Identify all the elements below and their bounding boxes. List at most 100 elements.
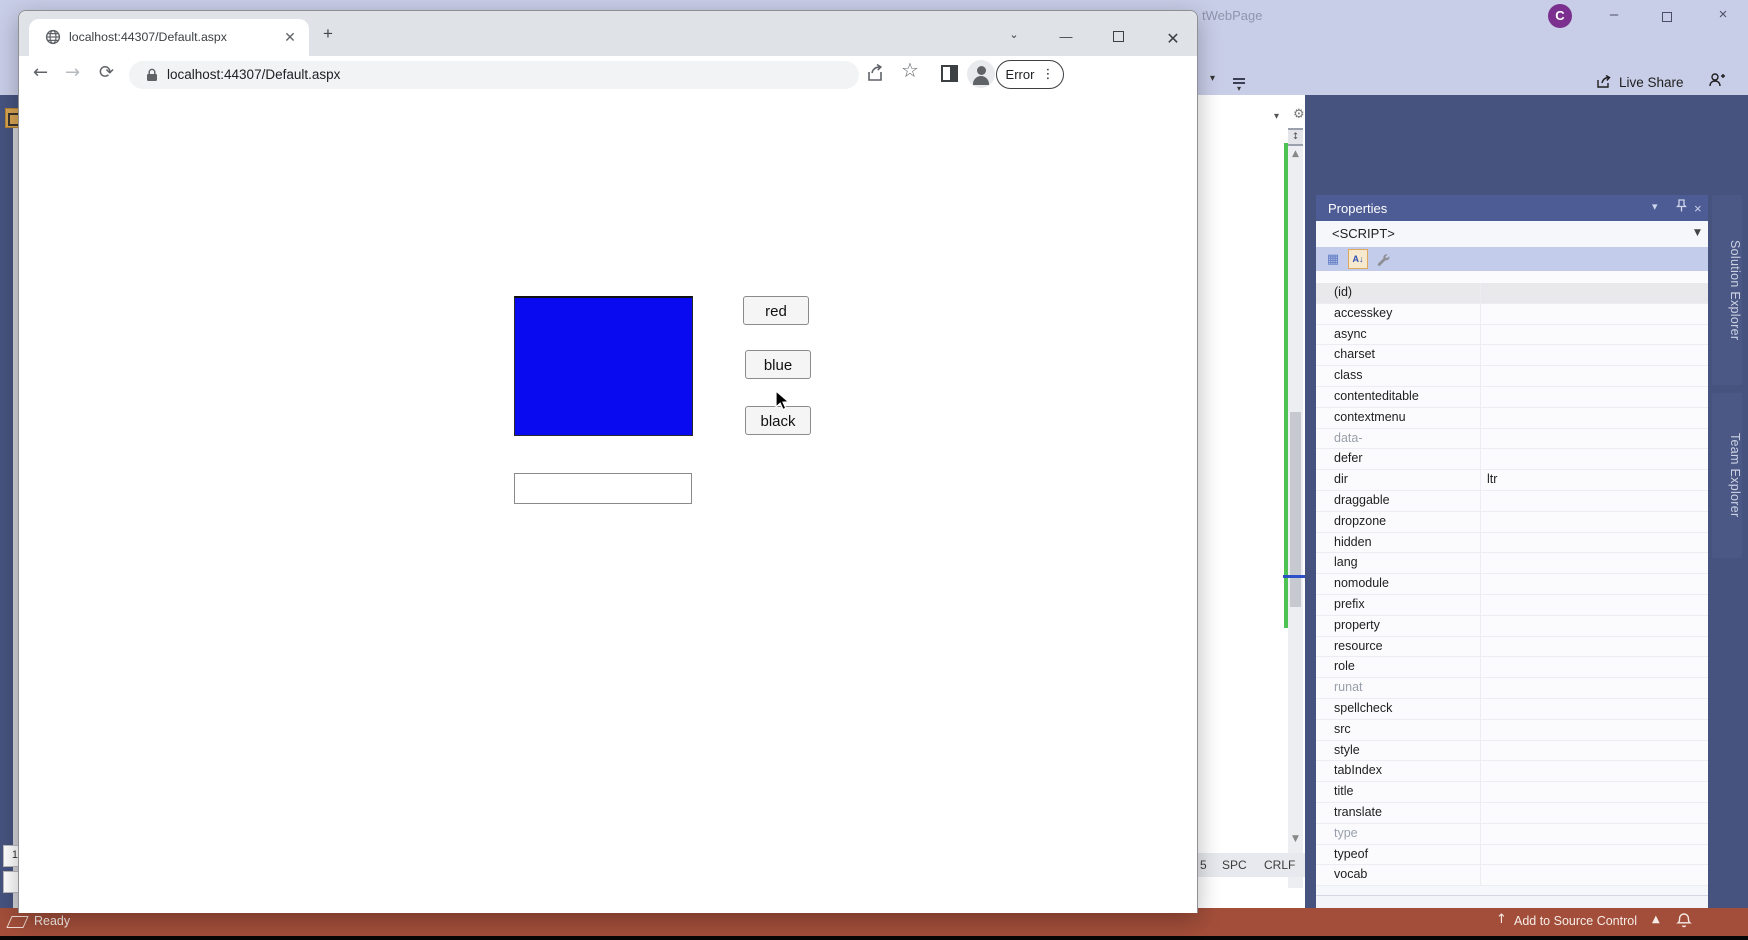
vs-toolbar-overflow-icon[interactable]: ▾ bbox=[1232, 76, 1246, 93]
vs-feedback-icon[interactable] bbox=[1708, 72, 1726, 93]
property-value[interactable] bbox=[1480, 720, 1708, 740]
property-row[interactable]: style bbox=[1316, 741, 1708, 762]
property-row[interactable]: resource bbox=[1316, 637, 1708, 658]
pin-icon[interactable] bbox=[1676, 199, 1687, 216]
property-row[interactable]: contenteditable bbox=[1316, 387, 1708, 408]
property-row[interactable]: vocab bbox=[1316, 865, 1708, 886]
vs-live-share-button[interactable]: Live Share bbox=[1596, 72, 1684, 92]
property-row[interactable]: prefix bbox=[1316, 595, 1708, 616]
property-row[interactable]: spellcheck bbox=[1316, 699, 1708, 720]
editor-splitter-handle[interactable]: ↕ bbox=[1288, 128, 1303, 146]
chevron-up-icon[interactable]: ▲ bbox=[1652, 915, 1660, 925]
property-value[interactable] bbox=[1480, 616, 1708, 636]
property-value[interactable] bbox=[1480, 325, 1708, 345]
address-bar[interactable]: localhost:44307/Default.aspx bbox=[129, 61, 859, 89]
property-value[interactable] bbox=[1480, 824, 1708, 844]
property-row[interactable]: runat bbox=[1316, 678, 1708, 699]
property-value[interactable] bbox=[1480, 845, 1708, 865]
property-value[interactable] bbox=[1480, 741, 1708, 761]
browser-tab[interactable]: localhost:44307/Default.aspx ✕ bbox=[29, 19, 309, 56]
scroll-up-icon[interactable]: ▲ bbox=[1288, 150, 1303, 159]
browser-menu-button[interactable]: Error ⋮ bbox=[996, 60, 1064, 89]
share-icon[interactable] bbox=[865, 63, 885, 88]
property-value[interactable]: ltr bbox=[1480, 470, 1708, 490]
reload-icon[interactable]: ⟳ bbox=[99, 64, 114, 82]
side-panel-icon[interactable] bbox=[941, 65, 958, 82]
property-value[interactable] bbox=[1480, 657, 1708, 677]
vs-account-avatar[interactable]: C bbox=[1548, 4, 1572, 28]
property-pages-icon[interactable] bbox=[1374, 250, 1392, 268]
bell-icon[interactable] bbox=[1676, 912, 1692, 932]
profile-avatar[interactable] bbox=[967, 60, 995, 88]
property-row[interactable]: role bbox=[1316, 657, 1708, 678]
property-row[interactable]: translate bbox=[1316, 803, 1708, 824]
property-value[interactable] bbox=[1480, 699, 1708, 719]
red-button[interactable]: red bbox=[743, 296, 809, 325]
property-value[interactable] bbox=[1480, 366, 1708, 386]
property-row[interactable]: tabIndex bbox=[1316, 761, 1708, 782]
property-value[interactable] bbox=[1480, 449, 1708, 469]
editor-dropdown-icon[interactable]: ▾ bbox=[1274, 112, 1279, 122]
tab-close-icon[interactable]: ✕ bbox=[281, 28, 299, 46]
property-value[interactable] bbox=[1480, 553, 1708, 573]
back-icon[interactable]: ← bbox=[33, 64, 48, 82]
property-value[interactable] bbox=[1480, 491, 1708, 511]
property-row[interactable]: type bbox=[1316, 824, 1708, 845]
properties-object-combobox[interactable]: <SCRIPT> ▼ bbox=[1316, 221, 1708, 247]
vertical-tab-solution-explorer[interactable]: Solution Explorer bbox=[1712, 195, 1742, 385]
property-row[interactable]: lang bbox=[1316, 553, 1708, 574]
blue-button[interactable]: blue bbox=[745, 350, 811, 379]
property-value[interactable] bbox=[1480, 387, 1708, 407]
bookmark-star-icon[interactable]: ☆ bbox=[901, 60, 919, 80]
property-value[interactable] bbox=[1480, 865, 1708, 885]
property-row[interactable]: hidden bbox=[1316, 533, 1708, 554]
vs-close-button[interactable]: × bbox=[1711, 6, 1735, 23]
property-value[interactable] bbox=[1480, 345, 1708, 365]
property-row[interactable]: data- bbox=[1316, 429, 1708, 450]
browser-minimize-button[interactable]: — bbox=[1055, 29, 1077, 44]
property-row[interactable]: async bbox=[1316, 325, 1708, 346]
browser-close-button[interactable]: ✕ bbox=[1162, 29, 1184, 49]
vertical-tab-team-explorer[interactable]: Team Explorer bbox=[1712, 393, 1742, 558]
property-row[interactable]: accesskey bbox=[1316, 304, 1708, 325]
property-row[interactable]: typeof bbox=[1316, 845, 1708, 866]
property-row[interactable]: contextmenu bbox=[1316, 408, 1708, 429]
property-value[interactable] bbox=[1480, 408, 1708, 428]
property-value[interactable] bbox=[1480, 637, 1708, 657]
property-value[interactable] bbox=[1480, 678, 1708, 698]
vs-restore-button[interactable] bbox=[1662, 12, 1672, 22]
color-text-input[interactable] bbox=[514, 473, 692, 504]
property-value[interactable] bbox=[1480, 533, 1708, 553]
property-value[interactable] bbox=[1480, 574, 1708, 594]
property-row[interactable]: property bbox=[1316, 616, 1708, 637]
property-row[interactable]: dropzone bbox=[1316, 512, 1708, 533]
categorized-view-icon[interactable]: ▦ bbox=[1324, 250, 1342, 268]
browser-maximize-button[interactable] bbox=[1113, 31, 1124, 42]
editor-gear-icon[interactable]: ⚙ bbox=[1293, 108, 1305, 121]
property-value[interactable] bbox=[1480, 761, 1708, 781]
vs-minimize-button[interactable]: – bbox=[1602, 6, 1626, 23]
property-value[interactable] bbox=[1480, 595, 1708, 615]
property-value[interactable] bbox=[1480, 429, 1708, 449]
property-value[interactable] bbox=[1480, 512, 1708, 532]
property-value[interactable] bbox=[1480, 782, 1708, 802]
property-row[interactable]: nomodule bbox=[1316, 574, 1708, 595]
panel-menu-icon[interactable]: ▾ bbox=[1652, 201, 1658, 212]
alphabetical-sort-icon[interactable]: A↓ bbox=[1348, 249, 1368, 269]
property-value[interactable] bbox=[1480, 283, 1708, 303]
close-icon[interactable]: × bbox=[1694, 201, 1702, 216]
property-row[interactable]: defer bbox=[1316, 449, 1708, 470]
property-row[interactable]: class bbox=[1316, 366, 1708, 387]
property-row[interactable]: src bbox=[1316, 720, 1708, 741]
property-value[interactable] bbox=[1480, 803, 1708, 823]
add-to-source-control-button[interactable]: Add to Source Control bbox=[1514, 914, 1637, 928]
property-value[interactable] bbox=[1480, 304, 1708, 324]
property-row[interactable]: charset bbox=[1316, 345, 1708, 366]
property-row[interactable]: (id) bbox=[1316, 283, 1708, 304]
forward-icon[interactable]: → bbox=[65, 64, 80, 82]
scroll-down-icon[interactable]: ▼ bbox=[1288, 835, 1303, 844]
property-row[interactable]: title bbox=[1316, 782, 1708, 803]
vs-toolbar-dropdown-icon[interactable]: ▾ bbox=[1210, 74, 1215, 84]
property-row[interactable]: draggable bbox=[1316, 491, 1708, 512]
tab-search-icon[interactable]: ⌄ bbox=[1003, 29, 1025, 40]
